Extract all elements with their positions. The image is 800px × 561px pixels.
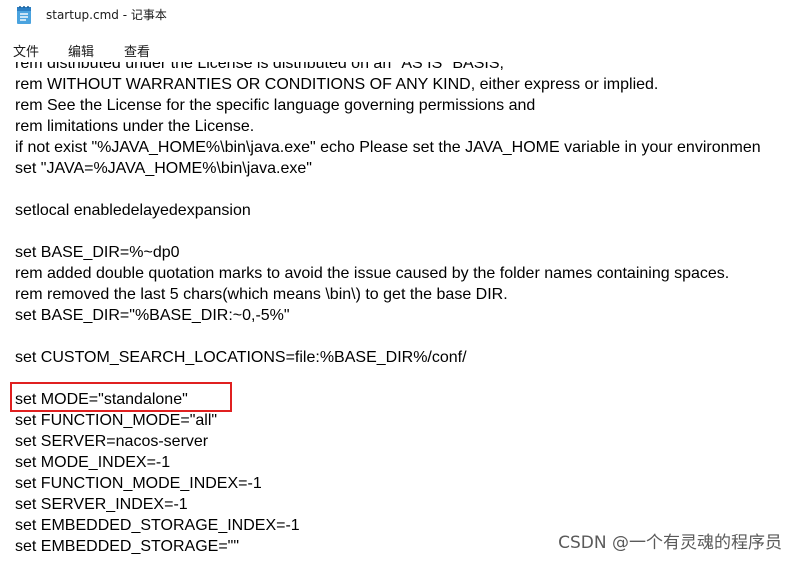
editor-line: set SERVER=nacos-server	[15, 433, 209, 450]
notepad-window: startup.cmd - 记事本 文件 编辑 查看 rem distribut…	[0, 0, 800, 561]
title-bar[interactable]: startup.cmd - 记事本	[0, 0, 800, 30]
editor-line: if not exist "%JAVA_HOME%\bin\java.exe" …	[15, 139, 761, 156]
editor-line: set "JAVA=%JAVA_HOME%\bin\java.exe"	[15, 160, 312, 177]
editor-line: set SERVER_INDEX=-1	[15, 496, 188, 513]
watermark: CSDN @一个有灵魂的程序员	[558, 533, 782, 553]
editor-line: set MODE_INDEX=-1	[15, 454, 171, 471]
editor-line: set BASE_DIR="%BASE_DIR:~0,-5%"	[15, 307, 290, 324]
editor-line: rem distributed under the License is dis…	[15, 62, 504, 72]
editor-line: set FUNCTION_MODE="all"	[15, 412, 218, 429]
editor-line: rem See the License for the specific lan…	[15, 97, 536, 114]
menu-view[interactable]: 查看	[124, 41, 150, 60]
editor-line: set FUNCTION_MODE_INDEX=-1	[15, 475, 262, 492]
editor-line: rem removed the last 5 chars(which means…	[15, 286, 508, 303]
editor-line: set BASE_DIR=%~dp0	[15, 244, 180, 261]
editor-line: set CUSTOM_SEARCH_LOCATIONS=file:%BASE_D…	[15, 349, 467, 366]
menu-edit[interactable]: 编辑	[68, 41, 94, 60]
text-editor[interactable]: rem distributed under the License is dis…	[0, 62, 800, 561]
editor-content: rem distributed under the License is dis…	[15, 62, 761, 557]
editor-line: rem WITHOUT WARRANTIES OR CONDITIONS OF …	[15, 76, 659, 93]
editor-line: setlocal enabledelayedexpansion	[15, 202, 251, 219]
editor-line: rem added double quotation marks to avoi…	[15, 265, 730, 282]
notepad-icon	[17, 6, 31, 24]
menu-bar: 文件 编辑 查看	[0, 38, 800, 62]
editor-line: rem limitations under the License.	[15, 118, 255, 135]
menu-file[interactable]: 文件	[13, 41, 39, 60]
window-title: startup.cmd - 记事本	[46, 8, 167, 22]
editor-line-highlighted: set MODE="standalone"	[15, 391, 188, 408]
